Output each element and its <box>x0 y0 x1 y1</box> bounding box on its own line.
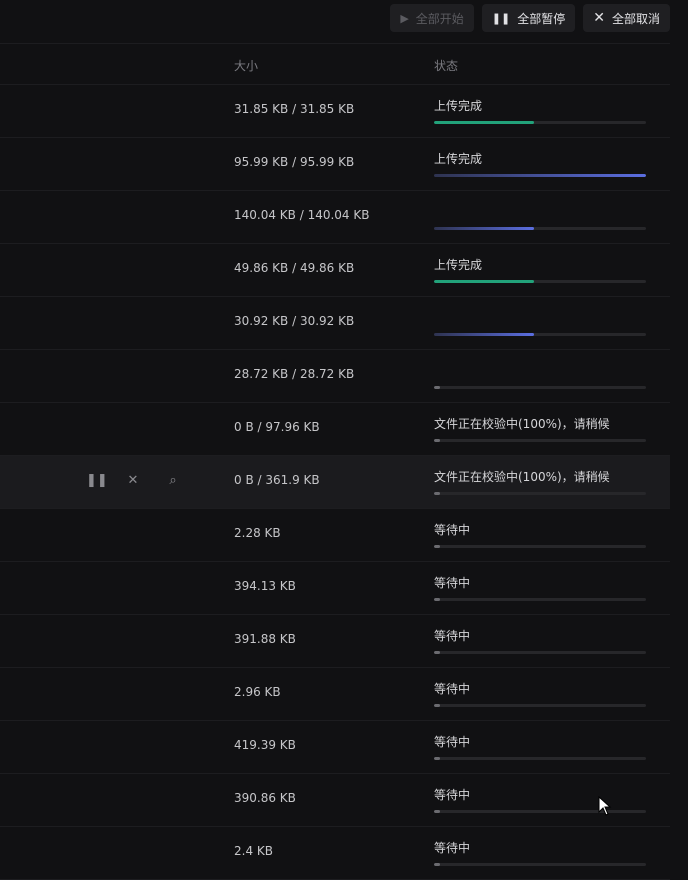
table-row[interactable]: 2.96 KB 等待中 <box>0 668 670 721</box>
pause-icon: ❚❚ <box>491 11 511 25</box>
table-row[interactable]: 0 B / 97.96 KB 文件正在校验中(100%)，请稍候 <box>0 403 670 456</box>
status-text: 等待中 <box>434 841 471 855</box>
progress-fill <box>434 386 441 389</box>
progress-fill <box>434 333 534 336</box>
file-size: 0 B / 361.9 KB <box>234 473 320 487</box>
status-text: 等待中 <box>434 629 471 643</box>
progress-bar <box>434 757 646 760</box>
status-text: 上传完成 <box>434 152 483 166</box>
progress-fill <box>434 545 441 548</box>
start-all-button[interactable]: ▶ 全部开始 <box>390 4 474 32</box>
row-actions: ❚❚ ✕ ⌕ <box>86 473 180 488</box>
status-text: 等待中 <box>434 682 471 696</box>
progress-fill <box>434 121 534 124</box>
progress-fill <box>434 863 441 866</box>
size-column-header: 大小 <box>234 59 259 73</box>
progress-fill <box>434 757 441 760</box>
file-size: 390.86 KB <box>234 791 296 805</box>
status-text: 等待中 <box>434 735 471 749</box>
progress-fill <box>434 810 441 813</box>
file-size: 2.28 KB <box>234 526 281 540</box>
progress-bar <box>434 280 646 283</box>
file-size: 0 B / 97.96 KB <box>234 420 320 434</box>
status-text: 上传完成 <box>434 258 483 272</box>
file-size: 28.72 KB / 28.72 KB <box>234 367 355 381</box>
play-icon: ▶ <box>400 11 409 25</box>
status-text: 等待中 <box>434 523 471 537</box>
table-row[interactable]: 28.72 KB / 28.72 KB <box>0 350 670 403</box>
status-text: 等待中 <box>434 788 471 802</box>
progress-fill <box>434 704 441 707</box>
progress-bar <box>434 227 646 230</box>
status-text: 等待中 <box>434 576 471 590</box>
table-header: 大小 状态 <box>0 43 670 85</box>
progress-bar <box>434 863 646 866</box>
mouse-cursor-icon <box>598 796 612 816</box>
file-size: 2.4 KB <box>234 844 273 858</box>
file-size: 30.92 KB / 30.92 KB <box>234 314 355 328</box>
cancel-all-button[interactable]: ✕ 全部取消 <box>583 4 670 32</box>
progress-bar <box>434 598 646 601</box>
file-size: 95.99 KB / 95.99 KB <box>234 155 355 169</box>
pause-icon[interactable]: ❚❚ <box>86 473 108 488</box>
table-row[interactable]: 2.28 KB 等待中 <box>0 509 670 562</box>
close-icon: ✕ <box>593 10 605 26</box>
progress-fill <box>434 174 646 177</box>
table-row[interactable]: 140.04 KB / 140.04 KB <box>0 191 670 244</box>
file-size: 391.88 KB <box>234 632 296 646</box>
progress-fill <box>434 651 441 654</box>
pause-all-button[interactable]: ❚❚ 全部暂停 <box>481 4 576 32</box>
file-size: 49.86 KB / 49.86 KB <box>234 261 355 275</box>
start-all-label: 全部开始 <box>415 11 464 26</box>
progress-bar <box>434 439 646 442</box>
status-column-header: 状态 <box>434 59 459 73</box>
file-size: 394.13 KB <box>234 579 296 593</box>
progress-bar <box>434 386 646 389</box>
progress-bar <box>434 545 646 548</box>
toolbar: ▶ 全部开始 ❚❚ 全部暂停 ✕ 全部取消 <box>390 4 670 32</box>
table-body: 31.85 KB / 31.85 KB 上传完成 95.99 KB / 95.99 … <box>0 85 670 880</box>
progress-fill <box>434 280 534 283</box>
progress-fill <box>434 598 441 601</box>
file-size: 140.04 KB / 140.04 KB <box>234 208 370 222</box>
table-row[interactable]: 391.88 KB 等待中 <box>0 615 670 668</box>
table-row[interactable]: 419.39 KB 等待中 <box>0 721 670 774</box>
progress-bar <box>434 704 646 707</box>
progress-bar <box>434 810 646 813</box>
progress-bar <box>434 121 646 124</box>
table-row[interactable]: 30.92 KB / 30.92 KB <box>0 297 670 350</box>
close-icon[interactable]: ✕ <box>126 473 140 488</box>
table-row[interactable]: 394.13 KB 等待中 <box>0 562 670 615</box>
table-row[interactable]: 49.86 KB / 49.86 KB 上传完成 <box>0 244 670 297</box>
status-text: 文件正在校验中(100%)，请稍候 <box>434 470 610 484</box>
progress-bar <box>434 492 646 495</box>
status-text: 上传完成 <box>434 99 483 113</box>
table-row[interactable]: 390.86 KB 等待中 <box>0 774 670 827</box>
pause-all-label: 全部暂停 <box>517 11 566 26</box>
progress-bar <box>434 651 646 654</box>
table-row[interactable]: 95.99 KB / 95.99 KB 上传完成 <box>0 138 670 191</box>
table-row[interactable]: 2.4 KB 等待中 <box>0 827 670 880</box>
status-text: 文件正在校验中(100%)，请稍候 <box>434 417 610 431</box>
progress-bar <box>434 174 646 177</box>
progress-bar <box>434 333 646 336</box>
table-row[interactable]: ❚❚ ✕ ⌕ 0 B / 361.9 KB 文件正在校验中(100%)，请稍候 <box>0 456 670 509</box>
file-size: 2.96 KB <box>234 685 281 699</box>
cancel-all-label: 全部取消 <box>611 11 660 26</box>
search-icon[interactable]: ⌕ <box>166 473 180 488</box>
table-row[interactable]: 31.85 KB / 31.85 KB 上传完成 <box>0 85 670 138</box>
file-size: 419.39 KB <box>234 738 296 752</box>
progress-fill <box>434 227 534 230</box>
progress-fill <box>434 439 441 442</box>
upload-table: 大小 状态 31.85 KB / 31.85 KB 上传完成 95.99 KB / … <box>0 43 670 880</box>
file-size: 31.85 KB / 31.85 KB <box>234 102 355 116</box>
progress-fill <box>434 492 441 495</box>
